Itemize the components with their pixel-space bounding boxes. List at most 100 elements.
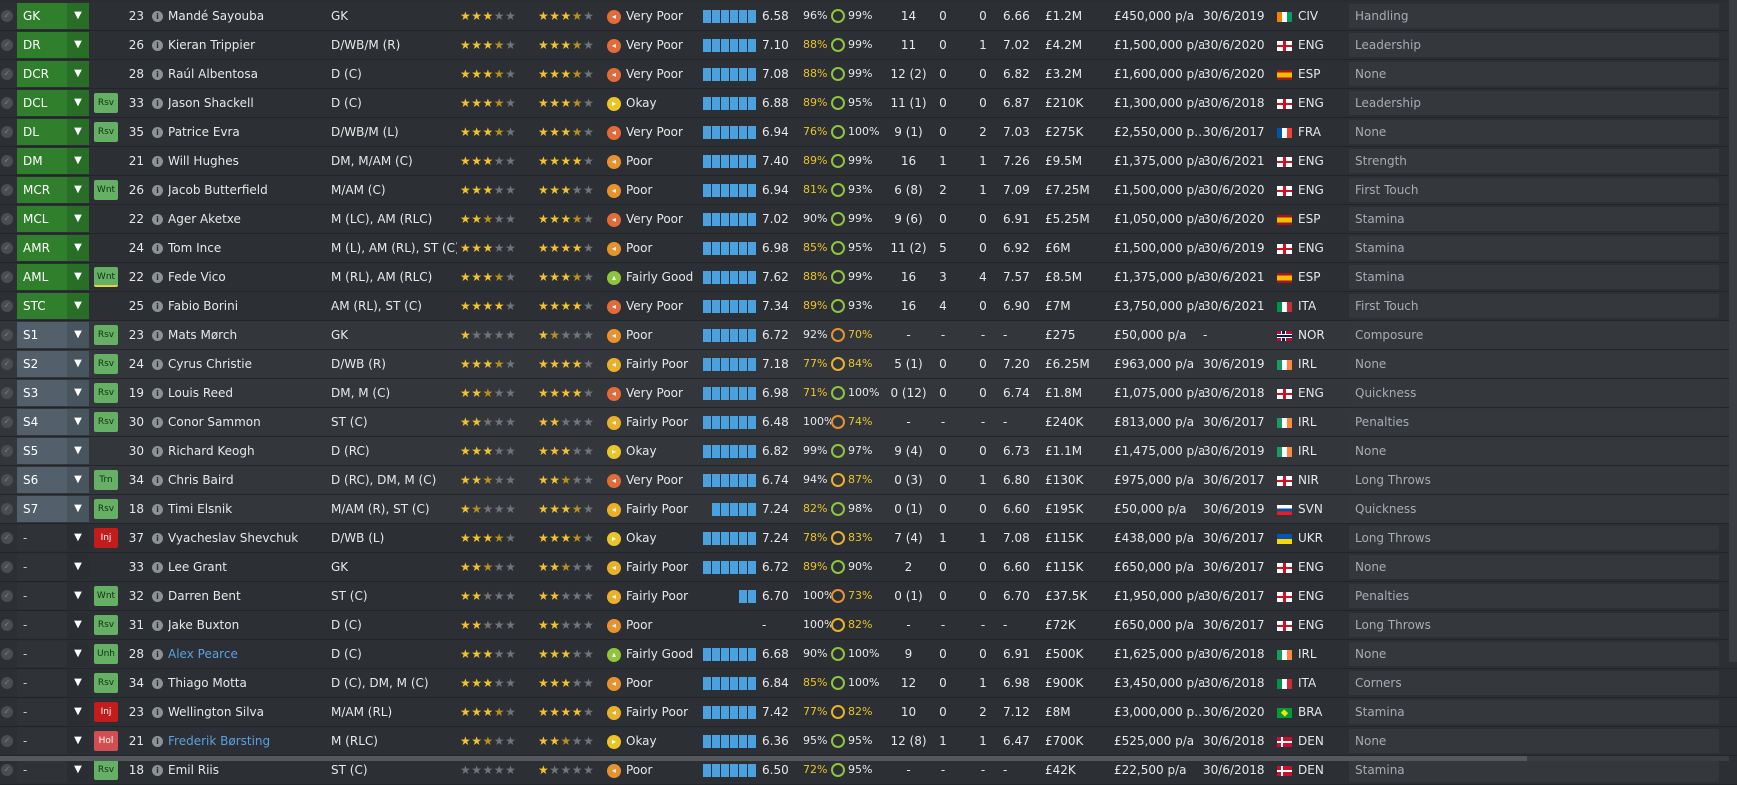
position-selector[interactable]: S2 ▼ [17,350,89,378]
table-row[interactable]: ✓ - ▼ 33 i Lee Grant GK ★★★★★ ★★★★★ ◂ Fairly Poor 6… [0,553,1737,582]
table-row[interactable]: ✓ MCR ▼ Wnt 26 i Jacob Butterfield M/AM (C) ★★★★… [0,176,1737,205]
chevron-down-icon[interactable]: ▼ [67,322,89,348]
player-name-link[interactable]: Richard Keogh [168,437,328,465]
row-select-checkbox[interactable]: ✓ [1,582,15,610]
status-badge[interactable]: Inj [94,702,118,722]
row-select-checkbox[interactable]: ✓ [1,524,15,552]
row-select-checkbox[interactable]: ✓ [1,553,15,581]
status-badge[interactable]: Rsv [94,383,118,403]
row-select-checkbox[interactable]: ✓ [1,118,15,146]
status-badge[interactable]: Rsv [94,354,118,374]
row-select-checkbox[interactable]: ✓ [1,60,15,88]
training-focus-dropdown[interactable]: Composure [1349,321,1719,349]
table-row[interactable]: ✓ S4 ▼ Rsv 30 i Conor Sammon ST (C) ★★★★★ ★★★★★ ◂ F… [0,408,1737,437]
player-name-link[interactable]: Wellington Silva [168,698,328,726]
position-selector[interactable]: S7 ▼ [17,495,89,523]
info-icon[interactable]: i [152,524,166,552]
table-row[interactable]: ✓ MCL ▼ 22 i Ager Aketxe M (LC), AM (RLC) ★★★★★… [0,205,1737,234]
training-focus[interactable]: Leadership [1349,91,1719,115]
training-focus-dropdown[interactable]: Long Throws [1349,466,1719,494]
row-select-checkbox[interactable]: ✓ [1,698,15,726]
info-icon[interactable]: i [152,408,166,436]
position-selector[interactable]: AMR ▼ [17,234,89,262]
player-name-link[interactable]: Jason Shackell [168,89,328,117]
info-icon[interactable]: i [152,147,166,175]
training-focus[interactable]: Penalties [1349,410,1719,434]
chevron-down-icon[interactable]: ▼ [67,235,89,261]
training-focus-dropdown[interactable]: None [1349,350,1719,378]
info-icon[interactable]: i [152,698,166,726]
training-focus-dropdown[interactable]: Stamina [1349,263,1719,291]
training-focus-dropdown[interactable]: None [1349,553,1719,581]
info-icon[interactable]: i [152,292,166,320]
training-focus[interactable]: None [1349,555,1719,579]
training-focus[interactable]: Corners [1349,671,1719,695]
row-select-checkbox[interactable]: ✓ [1,408,15,436]
status-badge[interactable]: Rsv [94,499,118,519]
chevron-down-icon[interactable]: ▼ [67,90,89,116]
table-row[interactable]: ✓ - ▼ Wnt 32 i Darren Bent ST (C) ★★★★★ ★★★★★ ◂ Fai… [0,582,1737,611]
chevron-down-icon[interactable]: ▼ [67,3,89,29]
chevron-down-icon[interactable]: ▼ [67,380,89,406]
training-focus[interactable]: Long Throws [1349,526,1719,550]
training-focus[interactable]: None [1349,120,1719,144]
chevron-down-icon[interactable]: ▼ [67,438,89,464]
training-focus[interactable]: First Touch [1349,178,1719,202]
training-focus-dropdown[interactable]: Stamina [1349,205,1719,233]
info-icon[interactable]: i [152,234,166,262]
table-row[interactable]: ✓ - ▼ Inj 37 i Vyacheslav Shevchuk D/WB (L) ★★★★… [0,524,1737,553]
training-focus-dropdown[interactable]: Penalties [1349,582,1719,610]
player-name-link[interactable]: Frederik Børsting [168,727,328,755]
player-name-link[interactable]: Conor Sammon [168,408,328,436]
table-row[interactable]: ✓ STC ▼ 25 i Fabio Borini AM (RL), ST (C) ★★★★★… [0,292,1737,321]
training-focus-dropdown[interactable]: Penalties [1349,408,1719,436]
player-name-link[interactable]: Kieran Trippier [168,31,328,59]
chevron-down-icon[interactable]: ▼ [67,409,89,435]
training-focus[interactable]: Quickness [1349,381,1719,405]
status-badge[interactable]: Wnt [94,267,118,287]
status-badge[interactable]: Wnt [94,180,118,200]
training-focus[interactable]: None [1349,62,1719,86]
table-row[interactable]: ✓ S3 ▼ Rsv 19 i Louis Reed DM, M (C) ★★★★★ ★★★★★ ◂… [0,379,1737,408]
chevron-down-icon[interactable]: ▼ [67,612,89,638]
training-focus-dropdown[interactable]: Long Throws [1349,524,1719,552]
info-icon[interactable]: i [152,466,166,494]
table-row[interactable]: ✓ S5 ▼ 30 i Richard Keogh D (RC) ★★★★★ ★★★★★ ▸ Oka… [0,437,1737,466]
training-focus-dropdown[interactable]: Corners [1349,669,1719,697]
training-focus[interactable]: Composure [1349,323,1719,347]
chevron-down-icon[interactable]: ▼ [67,351,89,377]
table-row[interactable]: ✓ S2 ▼ Rsv 24 i Cyrus Christie D/WB (R) ★★★★★ ★★★… [0,350,1737,379]
table-row[interactable]: ✓ - ▼ Hol 21 i Frederik Børsting M (RLC) ★★★★★ ★★… [0,727,1737,756]
row-select-checkbox[interactable]: ✓ [1,321,15,349]
position-selector[interactable]: - ▼ [17,640,89,668]
training-focus[interactable]: Quickness [1349,497,1719,521]
table-row[interactable]: ✓ DM ▼ 21 i Will Hughes DM, M/AM (C) ★★★★★ ★★★★★… [0,147,1737,176]
training-focus[interactable]: Stamina [1349,265,1719,289]
position-selector[interactable]: S5 ▼ [17,437,89,465]
position-selector[interactable]: MCL ▼ [17,205,89,233]
info-icon[interactable]: i [152,640,166,668]
status-badge[interactable]: Rsv [94,615,118,635]
training-focus[interactable]: None [1349,439,1719,463]
training-focus-dropdown[interactable]: Stamina [1349,234,1719,262]
player-name-link[interactable]: Chris Baird [168,466,328,494]
position-selector[interactable]: DL ▼ [17,118,89,146]
vertical-scrollbar[interactable] [1729,0,1737,662]
position-selector[interactable]: - ▼ [17,611,89,639]
status-badge[interactable]: Hol [94,731,118,751]
row-select-checkbox[interactable]: ✓ [1,669,15,697]
player-name-link[interactable]: Fede Vico [168,263,328,291]
status-badge[interactable]: Trn [94,470,118,490]
training-focus-dropdown[interactable]: Quickness [1349,495,1719,523]
position-selector[interactable]: S4 ▼ [17,408,89,436]
info-icon[interactable]: i [152,611,166,639]
training-focus[interactable]: Stamina [1349,207,1719,231]
training-focus-dropdown[interactable]: Handling [1349,2,1719,30]
row-select-checkbox[interactable]: ✓ [1,640,15,668]
info-icon[interactable]: i [152,176,166,204]
training-focus[interactable]: Stamina [1349,700,1719,724]
position-selector[interactable]: DCR ▼ [17,60,89,88]
row-select-checkbox[interactable]: ✓ [1,611,15,639]
row-select-checkbox[interactable]: ✓ [1,379,15,407]
table-row[interactable]: ✓ GK ▼ 23 i Mandé Sayouba GK ★★★★★ ★★★★★ ◂ Very Po… [0,2,1737,31]
